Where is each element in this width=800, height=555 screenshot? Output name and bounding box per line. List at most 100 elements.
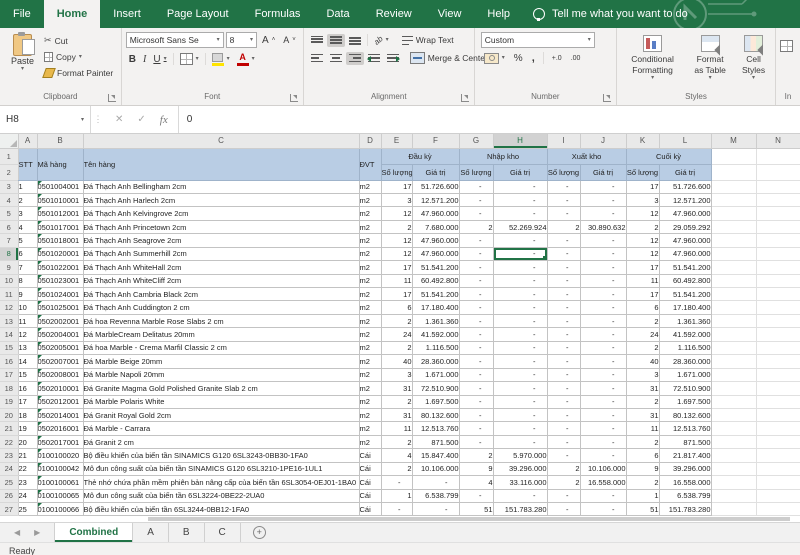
cell-D5[interactable]: m2 <box>359 206 382 221</box>
cell-B23[interactable]: 0100100020 <box>37 448 84 463</box>
cell-E12[interactable]: 6 <box>381 300 413 315</box>
cell-J19[interactable]: - <box>580 395 627 409</box>
decrease-decimal-button[interactable]: .00 <box>568 53 584 64</box>
cell-H15[interactable]: - <box>493 341 548 356</box>
cell-D24[interactable]: Cái <box>359 462 382 477</box>
cell-L16[interactable]: 28.360.000 <box>659 354 712 369</box>
cell-G19[interactable]: - <box>459 395 494 409</box>
cell-G21[interactable]: - <box>459 421 494 436</box>
cell-I24[interactable]: 2 <box>547 462 581 477</box>
formula-bar-value[interactable]: 0 <box>179 106 201 133</box>
cell-E8[interactable]: 12 <box>381 247 413 262</box>
row-header-27[interactable]: 27 <box>0 502 19 516</box>
align-left-button[interactable] <box>308 52 326 65</box>
cell-C4[interactable]: Đá Thạch Anh Harlech 2cm <box>83 193 360 208</box>
cell-B13[interactable]: 0502002001 <box>37 314 84 329</box>
cell-K13[interactable]: 2 <box>626 314 660 329</box>
cell-M10[interactable] <box>711 274 757 289</box>
cell-G3[interactable]: - <box>459 180 494 194</box>
cell-M9[interactable] <box>711 260 757 275</box>
cell-H14[interactable]: - <box>493 327 548 342</box>
cell-L3[interactable]: 51.726.600 <box>659 180 712 194</box>
cell-N26[interactable] <box>756 489 800 504</box>
cell-E15[interactable]: 2 <box>381 341 413 356</box>
cell-I25[interactable]: 2 <box>547 475 581 490</box>
cell-M19[interactable] <box>711 395 757 409</box>
increase-decimal-button[interactable]: +.0 <box>549 53 565 64</box>
sheet-nav-left-icon[interactable]: ◀ <box>14 528 20 537</box>
cell-J4[interactable]: - <box>580 193 627 208</box>
enter-icon[interactable]: ✓ <box>137 114 145 125</box>
row-header-2[interactable]: 2 <box>0 164 19 181</box>
cell-I19[interactable]: - <box>547 395 581 409</box>
sheet-nav-right-icon[interactable]: ▶ <box>34 528 40 537</box>
column-header-M[interactable]: M <box>711 134 757 149</box>
cell-N18[interactable] <box>756 381 800 396</box>
cell-M12[interactable] <box>711 300 757 315</box>
cell-D20[interactable]: m2 <box>359 408 382 423</box>
cell-L17[interactable]: 1.671.000 <box>659 368 712 383</box>
cell-B20[interactable]: 0502014001 <box>37 408 84 423</box>
cell-E7[interactable]: 12 <box>381 233 413 248</box>
cell-J26[interactable]: - <box>580 489 627 504</box>
cell-I6[interactable]: 2 <box>547 220 581 235</box>
cell-N27[interactable] <box>756 502 800 516</box>
cell-F27[interactable]: - <box>412 502 460 516</box>
cell-D27[interactable]: Cái <box>359 502 382 516</box>
cell-H4[interactable]: - <box>493 193 548 208</box>
cell-G14[interactable]: - <box>459 327 494 342</box>
cell-G26[interactable]: - <box>459 489 494 504</box>
italic-button[interactable]: I <box>140 52 149 67</box>
select-all-button[interactable] <box>0 134 19 149</box>
cell-L14[interactable]: 41.592.000 <box>659 327 712 342</box>
cell-D4[interactable]: m2 <box>359 193 382 208</box>
cell-B22[interactable]: 0502017001 <box>37 435 84 450</box>
cell-E13[interactable]: 2 <box>381 314 413 329</box>
scrollbar-thumb[interactable] <box>148 517 790 521</box>
cell-K20[interactable]: 31 <box>626 408 660 423</box>
row-header-4[interactable]: 4 <box>0 193 19 208</box>
cell-H22[interactable]: - <box>493 435 548 450</box>
sheet-tab-combined[interactable]: Combined <box>54 523 134 542</box>
cell-K11[interactable]: 17 <box>626 287 660 302</box>
cell-A25[interactable]: 23 <box>18 475 38 490</box>
header-qty-4[interactable]: Số lượng <box>626 164 660 181</box>
cell-E16[interactable]: 40 <box>381 354 413 369</box>
cell-M2[interactable] <box>711 164 757 181</box>
cell-E5[interactable]: 12 <box>381 206 413 221</box>
column-header-F[interactable]: F <box>412 134 460 149</box>
header-qty-3[interactable]: Số lượng <box>547 164 581 181</box>
ribbon-tab-formulas[interactable]: Formulas <box>242 0 314 28</box>
cell-J5[interactable]: - <box>580 206 627 221</box>
cell-I7[interactable]: - <box>547 233 581 248</box>
cell-M6[interactable] <box>711 220 757 235</box>
cell-A24[interactable]: 22 <box>18 462 38 477</box>
column-header-E[interactable]: E <box>381 134 413 149</box>
cell-D7[interactable]: m2 <box>359 233 382 248</box>
cell-J25[interactable]: 16.558.000 <box>580 475 627 490</box>
row-header-23[interactable]: 23 <box>0 448 19 463</box>
cell-I9[interactable]: - <box>547 260 581 275</box>
cell-H11[interactable]: - <box>493 287 548 302</box>
column-header-I[interactable]: I <box>547 134 581 149</box>
cell-E21[interactable]: 11 <box>381 421 413 436</box>
column-header-H[interactable]: H <box>493 134 548 149</box>
cell-N23[interactable] <box>756 448 800 463</box>
cell-C27[interactable]: Bộ điều khiển của biến tần 6SL3244-0BB12… <box>83 502 360 516</box>
cell-N5[interactable] <box>756 206 800 221</box>
cell-N3[interactable] <box>756 180 800 194</box>
cell-M23[interactable] <box>711 448 757 463</box>
cell-M17[interactable] <box>711 368 757 383</box>
cell-N8[interactable] <box>756 247 800 262</box>
header-ten-hang[interactable]: Tên hàng <box>83 148 360 181</box>
ribbon-tab-help[interactable]: Help <box>474 0 523 28</box>
cell-M11[interactable] <box>711 287 757 302</box>
cell-F14[interactable]: 41.592.000 <box>412 327 460 342</box>
cell-F15[interactable]: 1.116.500 <box>412 341 460 356</box>
cell-D17[interactable]: m2 <box>359 368 382 383</box>
row-header-7[interactable]: 7 <box>0 233 19 248</box>
cell-D8[interactable]: m2 <box>359 247 382 262</box>
cell-K23[interactable]: 6 <box>626 448 660 463</box>
cell-L11[interactable]: 51.541.200 <box>659 287 712 302</box>
cell-E10[interactable]: 11 <box>381 274 413 289</box>
